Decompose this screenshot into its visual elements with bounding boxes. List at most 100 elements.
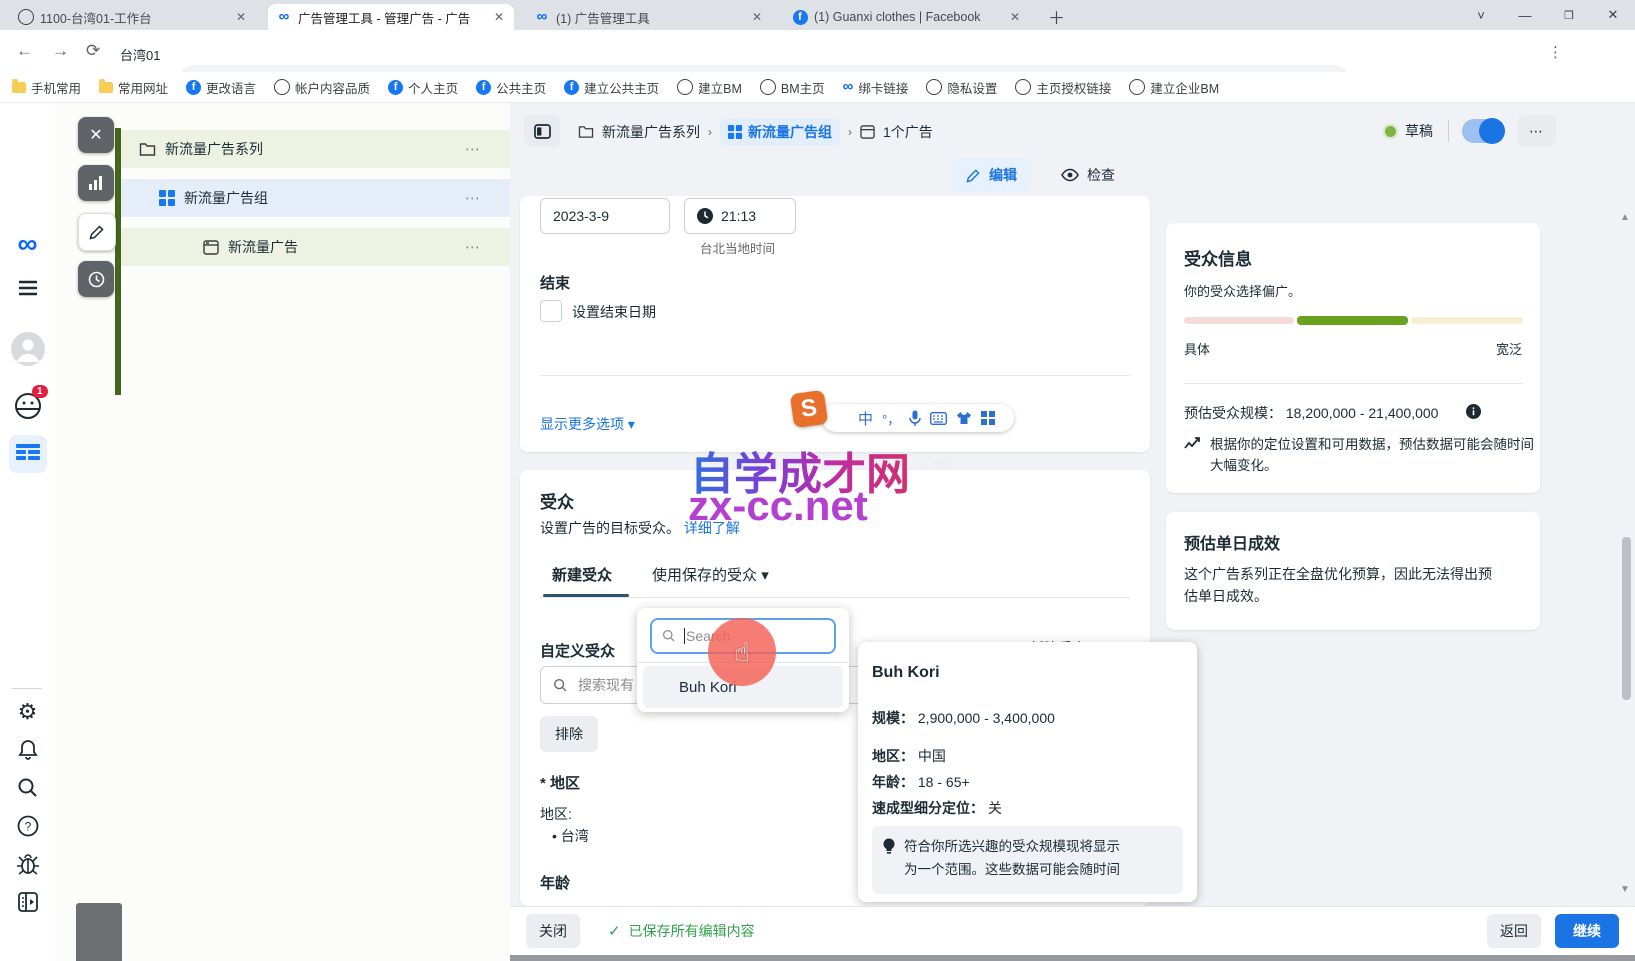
footer-bar: 关闭 ✓ 已保存所有编辑内容 返回 继续 bbox=[510, 906, 1635, 955]
editor-history-button[interactable] bbox=[78, 261, 114, 297]
tree-row-ad[interactable]: 新流量广告 ⋯ bbox=[121, 228, 510, 266]
tab-facebook-page[interactable]: f (1) Guanxi clothes | Facebook ✕ bbox=[784, 4, 1030, 30]
window-close-icon[interactable]: ✕ bbox=[1591, 7, 1635, 23]
back-button-footer[interactable]: 返回 bbox=[1487, 914, 1541, 948]
breadcrumb-ad[interactable]: 1个广告 bbox=[883, 122, 933, 142]
info-icon[interactable] bbox=[1466, 404, 1481, 419]
tab-new-audience[interactable]: 新建受众 bbox=[552, 564, 612, 585]
row-menu-icon[interactable]: ⋯ bbox=[465, 238, 482, 256]
editor-chart-button[interactable] bbox=[78, 165, 114, 201]
mic-icon[interactable] bbox=[909, 410, 921, 426]
account-avatar[interactable] bbox=[0, 331, 55, 367]
ime-punctuation[interactable]: °， bbox=[882, 409, 900, 428]
bookmark-item[interactable]: 建立BM bbox=[677, 78, 742, 97]
tabs-divider bbox=[540, 597, 1130, 598]
search-icon bbox=[553, 678, 568, 693]
bookmark-item[interactable]: f更改语言 bbox=[186, 78, 256, 97]
bug-report-icon[interactable] bbox=[0, 853, 55, 875]
close-button[interactable]: 关闭 bbox=[526, 914, 580, 948]
window-minimize-icon[interactable]: — bbox=[1503, 8, 1547, 23]
settings-gear-icon[interactable]: ⚙ bbox=[0, 699, 55, 725]
window-chevron-icon[interactable]: ˅ bbox=[1459, 8, 1503, 23]
bookmark-item[interactable]: 隐私设置 bbox=[926, 78, 997, 97]
popup-size-row: 规模： 2,900,000 - 3,400,000 bbox=[872, 708, 1055, 728]
meta-logo[interactable]: ∞ bbox=[0, 228, 55, 260]
bookmark-item[interactable]: 主页授权链接 bbox=[1015, 78, 1111, 97]
continue-button[interactable]: 继续 bbox=[1555, 914, 1619, 948]
tab-close-icon[interactable]: ✕ bbox=[1008, 10, 1022, 24]
more-options-link[interactable]: 显示更多选项 ▾ bbox=[540, 414, 635, 434]
tree-row-adset[interactable]: 新流量广告组 ⋯ bbox=[121, 179, 510, 217]
tab-close-icon[interactable]: ✕ bbox=[234, 10, 248, 24]
tab-close-icon[interactable]: ✕ bbox=[492, 10, 506, 24]
toggle-tree-panel-button[interactable] bbox=[524, 115, 560, 147]
estimate-note: 根据你的定位设置和可用数据，预估数据可能会随时间 bbox=[1210, 433, 1534, 453]
browser-profile-label[interactable]: 台湾01 bbox=[120, 45, 160, 64]
bookmark-item[interactable]: BM主页 bbox=[760, 78, 825, 97]
notifications-face-icon[interactable]: 1 bbox=[0, 391, 55, 421]
editor-edit-button[interactable] bbox=[78, 213, 116, 251]
tab-ads-manager-active[interactable]: ∞ 广告管理工具 - 管理广告 - 广告 ✕ bbox=[268, 4, 514, 30]
tab-saved-audience[interactable]: 使用保存的受众 ▾ bbox=[652, 564, 769, 585]
start-date-field[interactable]: 2023-3-9 bbox=[540, 198, 670, 234]
bar-chart-icon bbox=[88, 176, 104, 190]
tab-workbench[interactable]: 1100-台湾01-工作台 ✕ bbox=[10, 4, 256, 30]
help-icon[interactable]: ? bbox=[0, 815, 55, 837]
gauge-segment-current bbox=[1297, 316, 1408, 325]
bookmark-item[interactable]: f建立公共主页 bbox=[564, 78, 659, 97]
edit-label: 编辑 bbox=[989, 165, 1017, 185]
end-date-checkbox[interactable] bbox=[540, 300, 562, 322]
editor-close-button[interactable]: ✕ bbox=[78, 117, 114, 153]
browser-menu-icon[interactable]: ⋮ bbox=[1548, 43, 1563, 61]
breadcrumb-campaign[interactable]: 新流量广告系列 bbox=[602, 122, 700, 142]
audience-info-card: 受众信息 你的受众选择偏广。 具体 宽泛 预估受众规模： 18,200,000 … bbox=[1166, 223, 1540, 493]
tree-ad-label: 新流量广告 bbox=[228, 237, 298, 257]
review-tab[interactable]: 检查 bbox=[1053, 158, 1123, 192]
bookmark-item[interactable]: f个人主页 bbox=[388, 78, 458, 97]
adset-active-toggle[interactable] bbox=[1462, 119, 1504, 143]
scrollbar-thumb[interactable] bbox=[1622, 537, 1631, 700]
dark-block-artifact bbox=[76, 903, 122, 961]
tree-row-campaign[interactable]: 新流量广告系列 ⋯ bbox=[121, 130, 510, 168]
scrollbar-up-arrow[interactable]: ▲ bbox=[1620, 212, 1630, 223]
adset-more-menu-button[interactable]: ⋯ bbox=[1518, 115, 1556, 147]
globe-icon bbox=[1129, 79, 1145, 95]
forward-button[interactable]: → bbox=[52, 41, 69, 61]
folder-icon bbox=[12, 82, 26, 93]
start-time-field[interactable]: 21:13 bbox=[684, 198, 796, 234]
row-menu-icon[interactable]: ⋯ bbox=[465, 189, 482, 207]
ads-manager-nav-icon[interactable] bbox=[0, 435, 55, 473]
new-tab-button[interactable]: ＋ bbox=[1048, 4, 1065, 29]
sogou-logo[interactable]: S bbox=[790, 390, 828, 428]
edit-tab[interactable]: 编辑 bbox=[952, 158, 1031, 192]
ime-toolbar[interactable]: 中 °， bbox=[822, 404, 1014, 432]
bookmark-item[interactable]: 帐户内容品质 bbox=[274, 78, 370, 97]
tab-close-icon[interactable]: ✕ bbox=[750, 10, 764, 24]
collapse-panel-icon[interactable] bbox=[0, 891, 55, 913]
tab-ads-manager-2[interactable]: ∞ (1) 广告管理工具 ✕ bbox=[526, 4, 772, 30]
globe-icon bbox=[274, 79, 290, 95]
bookmark-item[interactable]: 常用网址 bbox=[99, 78, 168, 97]
skin-shirt-icon[interactable] bbox=[956, 411, 972, 425]
keyboard-icon[interactable] bbox=[930, 412, 947, 425]
facebook-icon: f bbox=[388, 80, 403, 95]
browser-toolbar: ← → ⟳ 台湾01 adsmanager.facebook.com/adsma… bbox=[0, 30, 1635, 72]
trend-icon bbox=[1184, 437, 1202, 451]
ime-menu-grid-icon[interactable] bbox=[981, 411, 995, 425]
search-icon[interactable] bbox=[0, 777, 55, 799]
bookmark-item[interactable]: 建立企业BM bbox=[1129, 78, 1219, 97]
scrollbar-down-arrow[interactable]: ▼ bbox=[1620, 884, 1630, 895]
row-menu-icon[interactable]: ⋯ bbox=[465, 140, 482, 158]
reload-button[interactable]: ⟳ bbox=[86, 41, 100, 61]
breadcrumb-adset-chip[interactable]: 新流量广告组 bbox=[720, 118, 840, 146]
bookmark-item[interactable]: 手机常用 bbox=[12, 78, 81, 97]
back-button[interactable]: ← bbox=[16, 41, 33, 61]
bell-icon[interactable] bbox=[0, 739, 55, 761]
ime-mode-chinese[interactable]: 中 bbox=[858, 408, 873, 429]
tab-title: 广告管理工具 - 管理广告 - 广告 bbox=[298, 8, 486, 27]
bookmark-item[interactable]: ∞绑卡链接 bbox=[843, 78, 909, 97]
bookmark-item[interactable]: f公共主页 bbox=[476, 78, 546, 97]
window-restore-icon[interactable]: ❐ bbox=[1547, 9, 1591, 22]
exclude-button[interactable]: 排除 bbox=[540, 716, 598, 752]
main-menu-icon[interactable] bbox=[0, 279, 55, 297]
